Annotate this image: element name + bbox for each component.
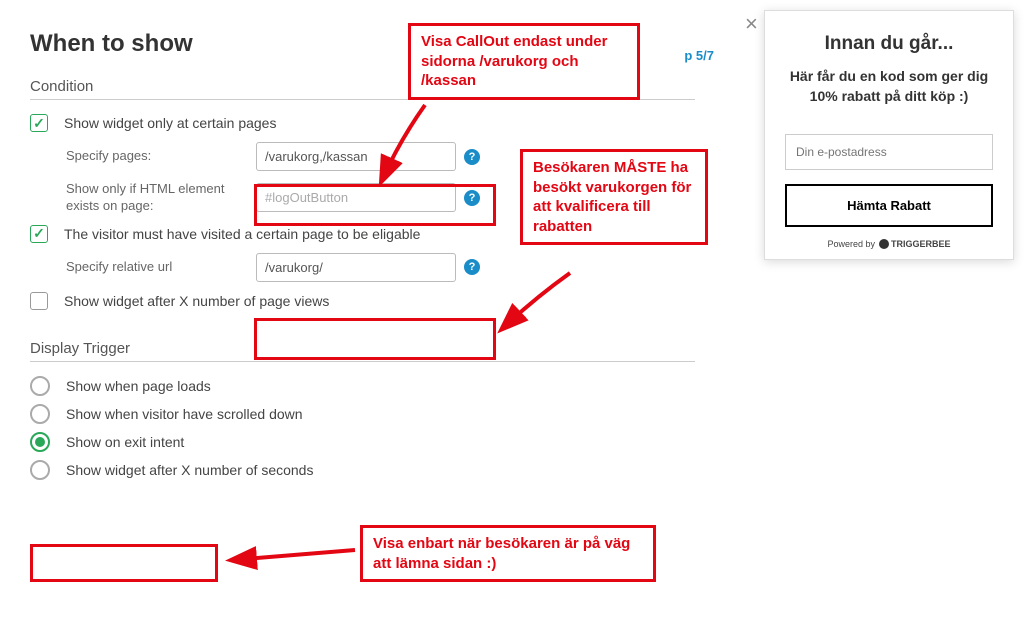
row-trigger-load: Show when page loads <box>30 376 695 396</box>
popup-email-input[interactable] <box>785 134 993 170</box>
label-specify-url: Specify relative url <box>66 259 256 276</box>
annotation-callout-pages: Visa CallOut endast under sidorna /varuk… <box>408 23 640 100</box>
row-trigger-scroll: Show when visitor have scrolled down <box>30 404 695 424</box>
radio-scroll[interactable] <box>30 404 50 424</box>
row-trigger-secs: Show widget after X number of seconds <box>30 460 695 480</box>
checkbox-page-views[interactable] <box>30 292 48 310</box>
radio-exit[interactable] <box>30 432 50 452</box>
label-load: Show when page loads <box>66 378 211 394</box>
row-trigger-exit: Show on exit intent <box>30 432 695 452</box>
popup-text: Här får du en kod som ger dig 10% rabatt… <box>785 67 993 106</box>
label-html-element: Show only if HTML element exists on page… <box>66 181 256 215</box>
label-specify-pages: Specify pages: <box>66 148 256 165</box>
row-page-views: Show widget after X number of page views <box>30 292 695 310</box>
row-specify-url: Specify relative url ? <box>66 253 695 282</box>
display-trigger-title: Display Trigger <box>30 340 695 362</box>
label-secs: Show widget after X number of seconds <box>66 462 313 478</box>
input-html-element[interactable] <box>256 183 456 212</box>
brand-icon <box>879 239 889 249</box>
label-scroll: Show when visitor have scrolled down <box>66 406 303 422</box>
popup-title: Innan du går... <box>785 33 993 55</box>
label-exit: Show on exit intent <box>66 434 184 450</box>
input-specify-url[interactable] <box>256 253 456 282</box>
help-icon[interactable]: ? <box>464 259 480 275</box>
radio-secs[interactable] <box>30 460 50 480</box>
input-specify-pages[interactable] <box>256 142 456 171</box>
highlight-exit-row <box>30 544 218 582</box>
help-icon[interactable]: ? <box>464 190 480 206</box>
annotation-must-visit: Besökaren MÅSTE ha besökt varukorgen för… <box>520 149 708 245</box>
radio-load[interactable] <box>30 376 50 396</box>
label-certain-pages: Show widget only at certain pages <box>64 115 276 131</box>
step-indicator: p 5/7 <box>684 48 714 63</box>
close-icon[interactable]: × <box>745 13 758 35</box>
annotation-exit-intent: Visa enbart när besökaren är på väg att … <box>360 525 656 582</box>
popup-submit-button[interactable]: Hämta Rabatt <box>785 184 993 227</box>
checkbox-must-visit[interactable] <box>30 225 48 243</box>
arrow-icon <box>225 540 365 570</box>
checkbox-certain-pages[interactable] <box>30 114 48 132</box>
help-icon[interactable]: ? <box>464 149 480 165</box>
row-certain-pages: Show widget only at certain pages <box>30 114 695 132</box>
label-page-views: Show widget after X number of page views <box>64 293 329 309</box>
powered-by: Powered by TRIGGERBEE <box>785 239 993 249</box>
popup-preview: × Innan du går... Här får du en kod som … <box>764 10 1014 260</box>
label-must-visit: The visitor must have visited a certain … <box>64 226 420 242</box>
